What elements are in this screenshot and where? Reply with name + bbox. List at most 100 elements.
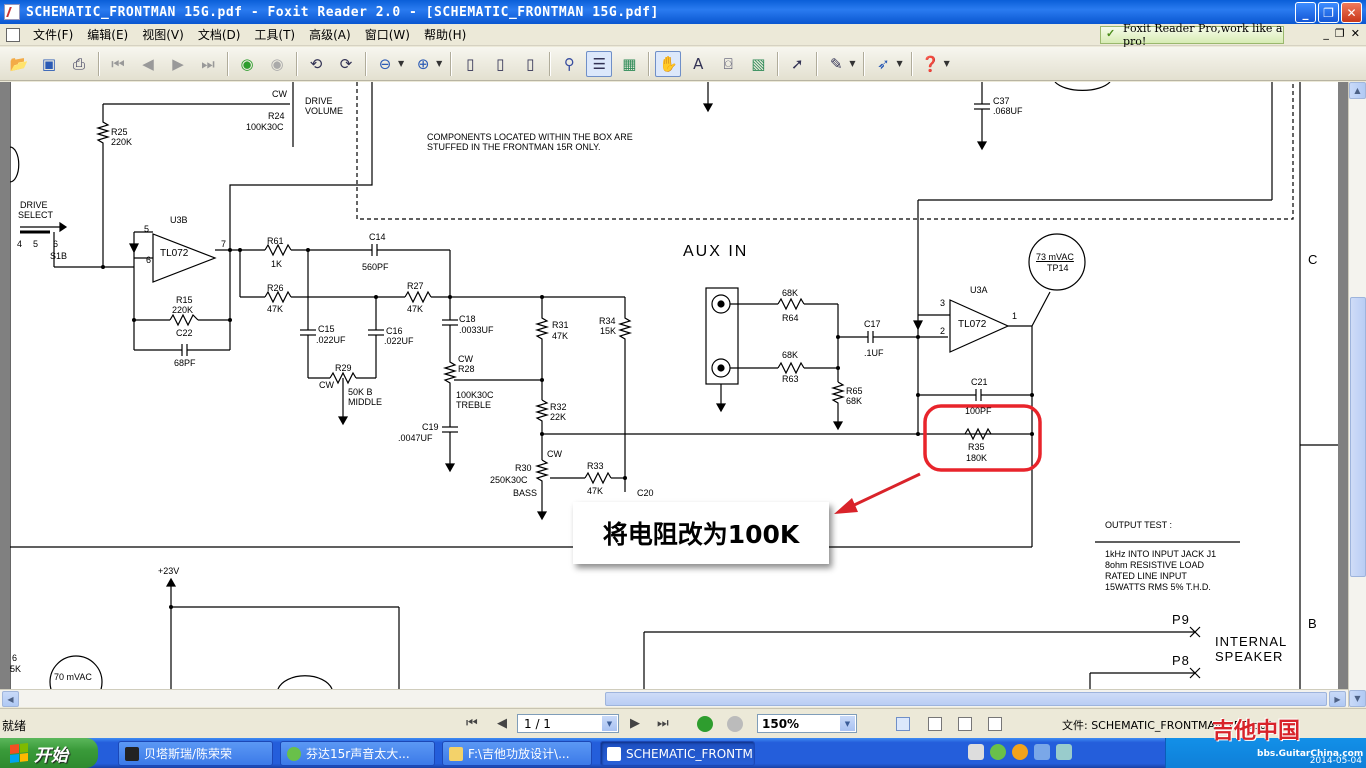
image-select-icon[interactable]: ▧: [745, 51, 771, 77]
task-item-3[interactable]: F:\吉他功放设计\...: [442, 741, 592, 766]
close-button[interactable]: ✕: [1341, 2, 1362, 23]
scroll-up-button[interactable]: ▲: [1349, 82, 1366, 99]
label-r32: R32: [550, 402, 567, 412]
zoom-out-icon[interactable]: ⊖: [372, 51, 398, 77]
task-item-1[interactable]: 贝塔斯瑞/陈荣荣: [118, 741, 273, 766]
prev-page-icon[interactable]: ◀: [135, 51, 161, 77]
open-icon[interactable]: 📂: [6, 51, 32, 77]
label-r65-value: 68K: [846, 396, 863, 406]
minimize-button[interactable]: _: [1295, 2, 1316, 23]
facing-view-icon[interactable]: [958, 717, 972, 731]
continuous-view-icon[interactable]: [928, 717, 942, 731]
menu-file[interactable]: 文件(F): [26, 25, 80, 45]
promo-banner[interactable]: Foxit Reader Pro,work like a pro!: [1100, 22, 1284, 48]
document-icon[interactable]: [6, 27, 20, 42]
watermark-logo: 吉他中国: [1212, 719, 1301, 744]
forward-icon[interactable]: ◉: [264, 51, 290, 77]
pdf-app-icon: [4, 4, 20, 20]
zoom-dropdown-icon[interactable]: ▼: [840, 716, 855, 731]
continuous-facing-view-icon[interactable]: [988, 717, 1002, 731]
browser-tray-icon[interactable]: [990, 744, 1006, 760]
print-icon[interactable]: ⎙: [66, 51, 92, 77]
find-icon[interactable]: ⚲: [556, 51, 582, 77]
output-test-line-4: 15WATTS RMS 5% T.H.D.: [1105, 582, 1211, 592]
label-r27: R27: [407, 281, 424, 291]
text-select-icon[interactable]: A: [685, 51, 711, 77]
vertical-scrollbar[interactable]: ▲ ▼: [1348, 82, 1366, 707]
start-button[interactable]: 开始: [0, 738, 98, 768]
phone-icon[interactable]: [1056, 744, 1072, 760]
next-page-icon[interactable]: ▶: [165, 51, 191, 77]
prev-page-button[interactable]: ◀: [497, 716, 507, 731]
label-r61-value: 1K: [271, 259, 283, 269]
schematic-drawing: [10, 82, 1338, 689]
menu-bar: 文件(F) 编辑(E) 视图(V) 文档(D) 工具(T) 高级(A) 窗口(W…: [0, 22, 1366, 48]
first-page-button[interactable]: ⏮: [466, 716, 478, 731]
help-icon[interactable]: ❓: [918, 51, 944, 77]
hand-icon[interactable]: ✋: [655, 50, 682, 77]
page-icon[interactable]: ▯: [457, 51, 483, 77]
doc-close-button[interactable]: ✕: [1351, 27, 1360, 40]
last-page-icon[interactable]: ⏭: [195, 51, 221, 77]
menu-advanced[interactable]: 高级(A): [302, 25, 358, 45]
thumbnail-icon[interactable]: ▦: [616, 51, 642, 77]
scroll-down-button[interactable]: ▼: [1349, 690, 1366, 707]
menu-document[interactable]: 文档(D): [191, 25, 248, 45]
zoom-field[interactable]: 150% ▼: [757, 714, 857, 733]
horizontal-scrollbar[interactable]: ◀ ▶: [0, 689, 1348, 707]
page-number-field[interactable]: 1 / 1 ▼: [517, 714, 619, 733]
continuous-icon[interactable]: ▯: [517, 51, 543, 77]
pdf-page[interactable]: CW DRIVE VOLUME R24 100K30C R25 220K COM…: [10, 82, 1338, 689]
output-test-line-1: 1kHz INTO INPUT JACK J1: [1105, 549, 1217, 559]
back-view-button[interactable]: [697, 716, 713, 732]
label-drive-volume: DRIVE: [305, 96, 333, 106]
keyboard-icon[interactable]: [968, 744, 984, 760]
menu-window[interactable]: 窗口(W): [358, 25, 417, 45]
back-icon[interactable]: ◉: [234, 51, 260, 77]
single-page-view-icon[interactable]: [896, 717, 910, 731]
scroll-right-button[interactable]: ▶: [1329, 691, 1346, 707]
quick-launch: [968, 744, 1072, 760]
label-cw-r28: CW: [458, 354, 473, 364]
label-c19-value: .0047UF: [398, 433, 433, 443]
label-r24-value: 100K30C: [246, 122, 284, 132]
label-tp14-voltage: 73 mVAC: [1036, 252, 1074, 262]
pointer-icon[interactable]: ➚: [784, 51, 810, 77]
zoom-in-icon[interactable]: ⊕: [410, 51, 436, 77]
label-c37: C37: [993, 96, 1010, 106]
bookmark-panel-icon[interactable]: ☰: [586, 50, 613, 77]
doc-minimize-button[interactable]: _: [1323, 27, 1329, 40]
label-drive-volume-2: VOLUME: [305, 106, 344, 116]
horizontal-scroll-thumb[interactable]: [605, 692, 1327, 706]
vertical-scroll-thumb[interactable]: [1350, 297, 1366, 577]
last-page-button[interactable]: ⏭: [657, 716, 669, 731]
label-r33-value: 47K: [587, 486, 604, 496]
menu-edit[interactable]: 编辑(E): [80, 25, 135, 45]
scroll-left-button[interactable]: ◀: [2, 691, 19, 707]
rotate-left-icon[interactable]: ⟲: [303, 51, 329, 77]
label-tp14: TP14: [1047, 263, 1069, 273]
task-item-2[interactable]: 芬达15r声音太大...: [280, 741, 435, 766]
menu-view[interactable]: 视图(V): [135, 25, 191, 45]
save-icon[interactable]: ▣: [36, 51, 62, 77]
two-page-icon[interactable]: ▯: [487, 51, 513, 77]
next-page-button[interactable]: ▶: [630, 716, 640, 731]
label-u3a-pin1: 1: [1012, 311, 1018, 321]
snapshot-icon[interactable]: ⌼: [715, 51, 741, 77]
menu-tools[interactable]: 工具(T): [247, 25, 302, 45]
typewriter-icon[interactable]: ➶: [870, 51, 896, 77]
title-bar: SCHEMATIC_FRONTMAN 15G.pdf - Foxit Reade…: [0, 0, 1366, 24]
restore-button[interactable]: ❐: [1318, 2, 1339, 23]
chat-icon[interactable]: [1012, 744, 1028, 760]
forward-view-button[interactable]: [727, 716, 743, 732]
comment-icon[interactable]: ✎: [823, 51, 849, 77]
network-icon[interactable]: [1034, 744, 1050, 760]
task-item-4[interactable]: SCHEMATIC_FRONTM...: [600, 741, 755, 766]
rotate-right-icon[interactable]: ⟳: [333, 51, 359, 77]
document-view[interactable]: CW DRIVE VOLUME R24 100K30C R25 220K COM…: [0, 82, 1348, 689]
first-page-icon[interactable]: ⏮: [105, 51, 131, 77]
label-drive-select-2: SELECT: [18, 210, 54, 220]
doc-restore-button[interactable]: ❐: [1335, 27, 1345, 40]
page-dropdown-icon[interactable]: ▼: [602, 716, 617, 731]
menu-help[interactable]: 帮助(H): [417, 25, 473, 45]
